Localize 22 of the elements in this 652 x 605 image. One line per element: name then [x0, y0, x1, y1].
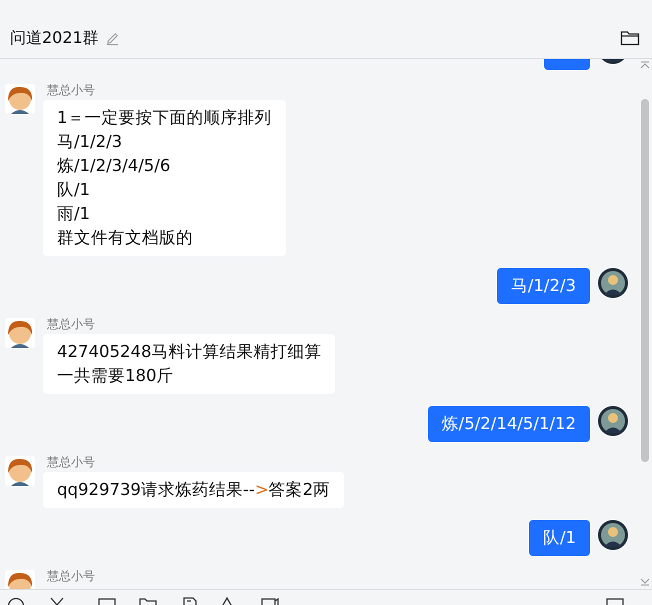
- edit-icon[interactable]: [104, 31, 120, 46]
- scroll-top-icon[interactable]: [640, 61, 650, 69]
- folder-icon[interactable]: [620, 30, 640, 46]
- avatar-icon[interactable]: [598, 520, 628, 550]
- message-bubble: 队/1: [528, 520, 590, 556]
- group-title: 问道2021群: [10, 28, 99, 48]
- message-bubble: qq929739请求炼药结果-->答案2两: [43, 472, 344, 508]
- sender-name: 慧总小号: [47, 82, 95, 98]
- scroll-bottom-icon[interactable]: [640, 578, 650, 586]
- scrollbar-thumb[interactable]: [641, 99, 649, 462]
- message-bubble: 炼/5/2/14/5/1/12: [428, 406, 590, 442]
- sender-name: 慧总小号: [47, 568, 95, 584]
- avatar-icon[interactable]: [5, 84, 35, 114]
- message-bubble: 427405248马料计算结果精打细算 一共需要180斤: [43, 334, 336, 394]
- avatar-icon[interactable]: [5, 318, 35, 348]
- message-bubble: 马/1/2/3: [496, 268, 590, 304]
- avatar-icon[interactable]: [5, 456, 35, 486]
- sender-name: 慧总小号: [47, 454, 95, 470]
- sender-name: 慧总小号: [47, 316, 95, 332]
- avatar-icon[interactable]: [598, 406, 628, 436]
- message-bubble: 1＝一定要按下面的顺序排列 马/1/2/3 炼/1/2/3/4/5/6 队/1 雨/1 群文件有文档版的: [43, 100, 286, 256]
- avatar-icon[interactable]: [598, 268, 628, 298]
